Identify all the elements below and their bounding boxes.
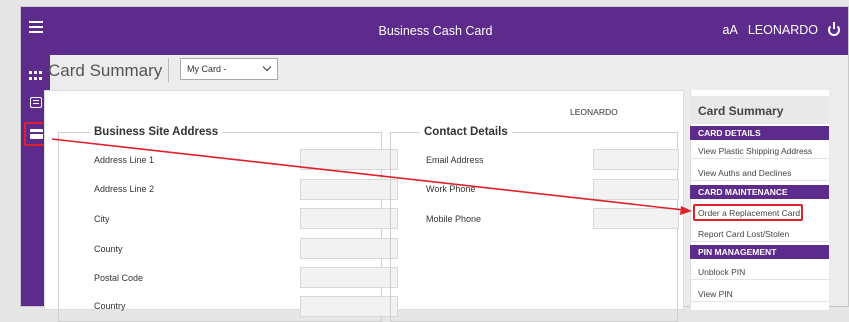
- title-divider: [168, 58, 169, 82]
- city-label: City: [94, 214, 110, 224]
- replacement-card-highlight: [693, 204, 803, 221]
- county-label: County: [94, 244, 123, 254]
- business-site-address-legend: Business Site Address: [90, 126, 223, 138]
- city-input[interactable]: [300, 208, 398, 229]
- menu-item-unblock-pin[interactable]: Unblock PIN: [690, 263, 829, 280]
- country-label: Country: [94, 301, 126, 311]
- page-title: Card Summary: [48, 61, 163, 80]
- section-card-details: CARD DETAILS: [690, 126, 829, 140]
- address-line-1-label: Address Line 1: [94, 155, 155, 165]
- card-holder-name: LEONARDO: [570, 107, 618, 117]
- mobile-phone-input[interactable]: [593, 208, 679, 229]
- work-phone-input[interactable]: [593, 179, 679, 200]
- postal-code-label: Postal Code: [94, 273, 144, 283]
- card-icon[interactable]: [30, 129, 43, 139]
- menu-item-view-pin[interactable]: View PIN: [690, 285, 829, 302]
- section-pin-management: PIN MANAGEMENT: [690, 245, 829, 259]
- mobile-phone-label: Mobile Phone: [426, 214, 482, 224]
- user-name[interactable]: LEONARDO: [748, 23, 818, 37]
- card-select-value: My Card -: [187, 64, 227, 74]
- card-summary-menu-title: Card Summary: [690, 96, 829, 124]
- address-line-2-label: Address Line 2: [94, 184, 155, 194]
- county-input[interactable]: [300, 238, 398, 259]
- email-address-input[interactable]: [593, 149, 679, 170]
- work-phone-label: Work Phone: [426, 184, 476, 194]
- menu-item-view-auths-and-declines[interactable]: View Auths and Declines: [690, 164, 829, 181]
- top-right-controls: aA LEONARDO: [723, 22, 840, 37]
- power-icon[interactable]: [828, 22, 840, 36]
- email-address-label: Email Address: [426, 155, 484, 165]
- top-bar: Business Cash Card aA LEONARDO: [21, 7, 848, 55]
- chevron-down-icon: [262, 62, 272, 72]
- address-line-1-input[interactable]: [300, 149, 398, 170]
- text-size-toggle[interactable]: aA: [723, 23, 738, 37]
- card-select[interactable]: My Card -: [180, 58, 278, 80]
- menu-item-view-plastic-shipping-address[interactable]: View Plastic Shipping Address: [690, 142, 829, 159]
- contact-details-legend: Contact Details: [420, 126, 512, 138]
- address-line-2-input[interactable]: [300, 179, 398, 200]
- section-card-maintenance: CARD MAINTENANCE: [690, 185, 829, 199]
- apps-grid-icon[interactable]: [29, 71, 42, 80]
- menu-item-report-card-lost-stolen[interactable]: Report Card Lost/Stolen: [690, 225, 829, 242]
- list-icon[interactable]: [30, 97, 42, 108]
- postal-code-input[interactable]: [300, 267, 398, 288]
